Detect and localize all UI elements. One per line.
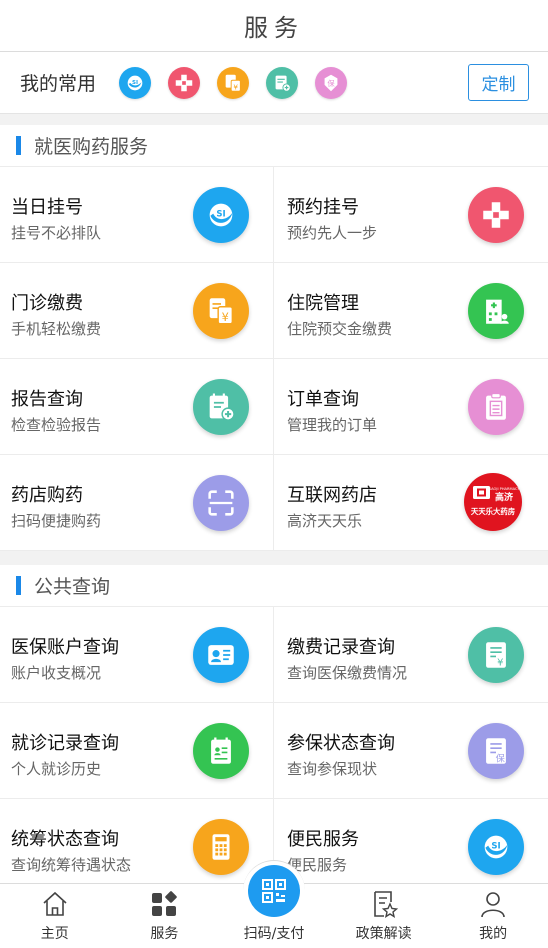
- section-accent-bar: [16, 576, 21, 595]
- service-order-query[interactable]: 订单查询 管理我的订单: [274, 359, 548, 455]
- service-title: 住院管理: [287, 293, 359, 314]
- service-title: 报告查询: [11, 389, 83, 410]
- service-title: 便民服务: [287, 829, 359, 850]
- app-header: 服务: [0, 0, 548, 52]
- service-convenience[interactable]: 便民服务 便民服务 SI: [274, 799, 548, 895]
- payment-record-icon: ¥: [468, 627, 524, 683]
- section-title: 公共查询: [34, 576, 111, 598]
- grid-icon: [152, 891, 178, 916]
- svg-text:¥: ¥: [497, 658, 503, 669]
- service-title: 互联网药店: [287, 485, 377, 506]
- section-accent-bar: [16, 136, 21, 155]
- scan-button[interactable]: [247, 865, 300, 917]
- service-title: 参保状态查询: [287, 733, 395, 754]
- id-card-icon: [193, 627, 249, 683]
- fav-report-icon[interactable]: [266, 66, 299, 99]
- tab-label: 政策解读: [355, 926, 412, 942]
- service-title: 订单查询: [287, 389, 359, 410]
- visit-record-icon: [193, 723, 249, 779]
- bottom-tab-bar: 主页 服务 扫码/支付 政策解读 我的: [0, 860, 548, 948]
- qr-code-icon: [261, 879, 286, 903]
- service-title: 门诊缴费: [11, 293, 83, 314]
- service-subtitle: 高济天天乐: [287, 512, 363, 530]
- service-title: 药店购药: [11, 485, 83, 506]
- service-appointment-registration[interactable]: 预约挂号 预约先人一步: [274, 167, 548, 263]
- service-pharmacy-purchase[interactable]: 药店购药 扫码便捷购药: [0, 455, 274, 551]
- svg-text:SI: SI: [132, 79, 138, 85]
- customize-button[interactable]: 定制: [468, 64, 529, 101]
- query-visit-records[interactable]: 就诊记录查询 个人就诊历史: [0, 703, 274, 799]
- section-medical-services: 就医购药服务 当日挂号 挂号不必排队 SI 预约挂号 预约先人一步 门诊缴费 手…: [0, 125, 548, 551]
- query-insurance-status[interactable]: 参保状态查询 查询参保现状 保: [274, 703, 548, 799]
- tab-label: 主页: [40, 926, 69, 942]
- service-same-day-registration[interactable]: 当日挂号 挂号不必排队 SI: [0, 167, 274, 263]
- fav-social-security-icon[interactable]: SI: [119, 66, 152, 99]
- medical-cross-icon: [468, 187, 524, 243]
- service-subtitle: 手机轻松缴费: [11, 320, 102, 338]
- service-outpatient-payment[interactable]: 门诊缴费 手机轻松缴费 ¥: [0, 263, 274, 359]
- insurance-doc-icon: 保: [468, 723, 524, 779]
- svg-text:保: 保: [496, 753, 505, 765]
- fav-bill-icon[interactable]: ¥: [217, 66, 250, 99]
- calculator-icon: [193, 819, 249, 875]
- service-subtitle: 查询参保现状: [287, 760, 378, 778]
- svg-text:¥: ¥: [233, 82, 238, 91]
- clipboard-icon: [468, 379, 524, 435]
- pharmacy-logo-icon: GAOJI PHARMACY 高济 天天乐大药房: [464, 473, 522, 531]
- service-subtitle: 账户收支概况: [11, 664, 102, 682]
- service-subtitle: 挂号不必排队: [11, 224, 102, 242]
- report-icon: [193, 379, 249, 435]
- tab-scan-pay[interactable]: 扫码/支付: [219, 860, 329, 948]
- pharmacy-logo-top: GAOJI PHARMACY: [488, 487, 520, 491]
- scan-frame-icon: [193, 475, 249, 531]
- policy-doc-icon: [373, 891, 398, 918]
- service-online-pharmacy[interactable]: 互联网药店 高济天天乐 GAOJI PHARMACY 高济 天天乐大药房: [274, 455, 548, 551]
- service-title: 预约挂号: [287, 197, 359, 218]
- service-subtitle: 住院预交金缴费: [287, 320, 393, 338]
- tab-services[interactable]: 服务: [110, 884, 220, 948]
- user-icon: [481, 892, 505, 918]
- service-title: 当日挂号: [11, 197, 83, 218]
- social-security-icon: SI: [193, 187, 249, 243]
- service-report-query[interactable]: 报告查询 检查检验报告: [0, 359, 274, 455]
- tab-mine[interactable]: 我的: [438, 884, 548, 948]
- svg-text:¥: ¥: [222, 310, 229, 324]
- service-title: 统筹状态查询: [11, 829, 119, 850]
- favorites-bar: 我的常用 SI ¥ 保 定制: [0, 52, 548, 114]
- service-inpatient-management[interactable]: 住院管理 住院预交金缴费: [274, 263, 548, 359]
- hospital-icon: [468, 283, 524, 339]
- section-public-query: 公共查询 医保账户查询 账户收支概况 缴费记录查询 查询医保缴费情况 ¥ 就诊记…: [0, 565, 548, 895]
- service-subtitle: 检查检验报告: [11, 416, 102, 434]
- page-title: 服务: [244, 14, 304, 42]
- pharmacy-logo-name: 天天乐大药房: [471, 507, 515, 516]
- favorites-label: 我的常用: [20, 73, 97, 95]
- service-subtitle: 预约先人一步: [287, 224, 378, 242]
- svg-text:SI: SI: [216, 209, 225, 219]
- tab-policy[interactable]: 政策解读: [329, 884, 439, 948]
- service-title: 医保账户查询: [11, 637, 119, 658]
- fav-medical-cross-icon[interactable]: [168, 66, 201, 99]
- svg-text:SI: SI: [491, 841, 500, 851]
- service-subtitle: 扫码便捷购药: [11, 512, 102, 530]
- home-icon: [43, 891, 67, 916]
- service-title: 缴费记录查询: [287, 637, 395, 658]
- social-security-icon: SI: [468, 819, 524, 875]
- svg-text:保: 保: [327, 78, 335, 87]
- service-subtitle: 个人就诊历史: [11, 760, 102, 778]
- query-medical-account[interactable]: 医保账户查询 账户收支概况: [0, 607, 274, 703]
- query-pooling-status[interactable]: 统筹状态查询 查询统筹待遇状态: [0, 799, 274, 895]
- tab-label: 服务: [150, 926, 179, 942]
- query-payment-records[interactable]: 缴费记录查询 查询医保缴费情况 ¥: [274, 607, 548, 703]
- tab-label: 扫码/支付: [243, 926, 305, 942]
- service-subtitle: 查询统筹待遇状态: [11, 856, 132, 874]
- tab-home[interactable]: 主页: [0, 884, 110, 948]
- service-title: 就诊记录查询: [11, 733, 119, 754]
- section-title: 就医购药服务: [34, 136, 149, 158]
- pharmacy-logo-brand: 高济: [495, 491, 514, 503]
- service-subtitle: 管理我的订单: [287, 416, 378, 434]
- bill-icon: ¥: [193, 283, 249, 339]
- service-subtitle: 查询医保缴费情况: [287, 664, 408, 682]
- fav-insurance-icon[interactable]: 保: [315, 66, 348, 99]
- tab-label: 我的: [479, 926, 508, 942]
